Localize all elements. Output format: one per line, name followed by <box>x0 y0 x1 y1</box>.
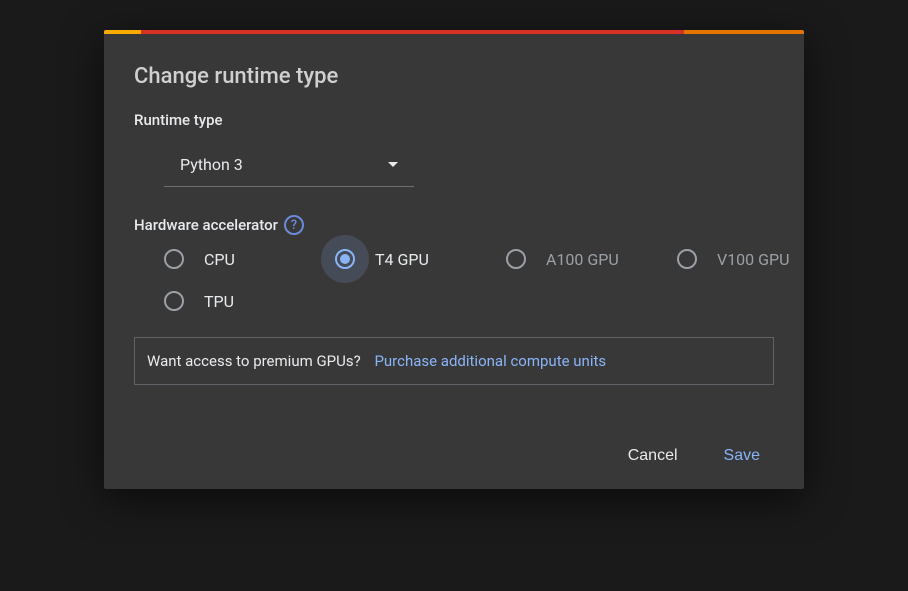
radio-label: A100 GPU <box>546 250 619 269</box>
cancel-button[interactable]: Cancel <box>624 441 682 471</box>
radio-label: V100 GPU <box>717 250 790 269</box>
runtime-type-label: Runtime type <box>134 111 774 129</box>
hardware-accelerator-label: Hardware accelerator ? <box>134 215 774 235</box>
radio-icon <box>335 249 355 269</box>
accelerator-options: CPU T4 GPU A100 GPU V100 GPU <box>164 249 774 311</box>
help-icon[interactable]: ? <box>284 215 304 235</box>
dialog-content: Change runtime type Runtime type Python … <box>104 34 804 489</box>
radio-label: T4 GPU <box>375 250 429 269</box>
dialog-title: Change runtime type <box>134 64 774 89</box>
accelerator-radio-cpu[interactable]: CPU <box>164 249 279 269</box>
accent-bar-segment <box>104 30 141 34</box>
dialog-actions: Cancel Save <box>134 441 774 471</box>
accelerator-radio-a100-gpu[interactable]: A100 GPU <box>506 249 621 269</box>
runtime-type-value: Python 3 <box>180 155 243 174</box>
hardware-accelerator-label-text: Hardware accelerator <box>134 216 278 234</box>
radio-icon <box>164 249 184 269</box>
save-button[interactable]: Save <box>720 441 764 471</box>
radio-icon <box>677 249 697 269</box>
premium-gpu-upsell: Want access to premium GPUs? Purchase ad… <box>134 337 774 385</box>
runtime-type-dropdown[interactable]: Python 3 <box>164 143 414 187</box>
accent-bar <box>104 30 804 34</box>
accent-bar-segment <box>684 30 804 34</box>
upsell-text: Want access to premium GPUs? <box>147 352 361 370</box>
chevron-down-icon <box>388 162 398 167</box>
radio-label: CPU <box>204 250 235 269</box>
accent-bar-segment <box>141 30 684 34</box>
accelerator-radio-t4-gpu[interactable]: T4 GPU <box>335 249 450 269</box>
radio-label: TPU <box>204 292 234 311</box>
accelerator-radio-v100-gpu[interactable]: V100 GPU <box>677 249 792 269</box>
radio-icon <box>506 249 526 269</box>
accelerator-radio-tpu[interactable]: TPU <box>164 291 279 311</box>
purchase-compute-units-link[interactable]: Purchase additional compute units <box>374 352 606 370</box>
radio-icon <box>164 291 184 311</box>
runtime-settings-dialog: Change runtime type Runtime type Python … <box>104 30 804 489</box>
